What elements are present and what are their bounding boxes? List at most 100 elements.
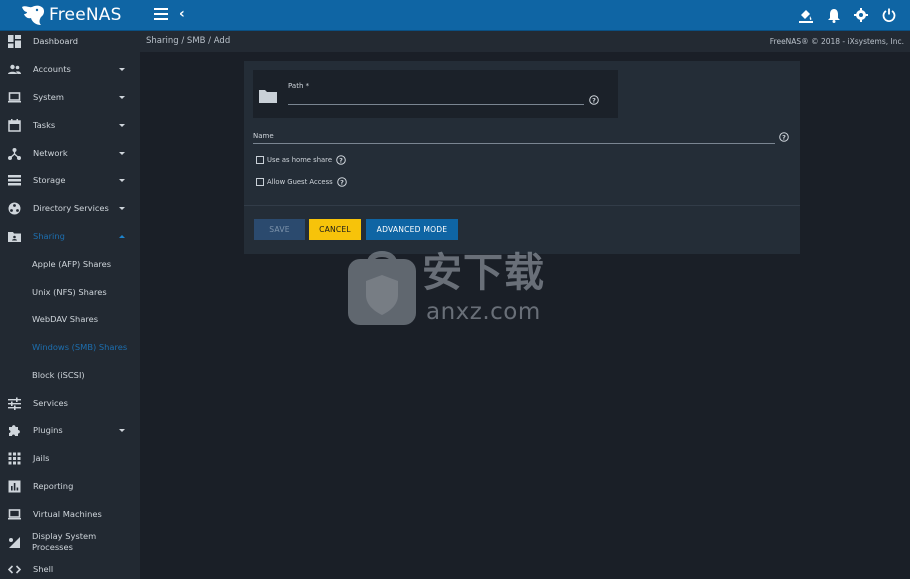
home-share-checkbox-row[interactable]: Use as home share ? [256,155,346,165]
sidebar-subitem-nfs[interactable]: Unix (NFS) Shares [0,280,140,304]
home-share-checkbox[interactable] [256,156,264,164]
breadcrumb-smb[interactable]: SMB [187,36,206,46]
guest-access-checkbox-row[interactable]: Allow Guest Access ? [256,177,347,187]
grid-icon [8,452,21,464]
chevron-down-icon [119,206,125,210]
sidebar-item-plugins[interactable]: Plugins [0,418,140,442]
sidebar-item-label: System [33,92,64,102]
sidebar-item-label: Apple (AFP) Shares [32,259,112,269]
sidebar-item-label: Tasks [33,120,56,130]
sidebar-item-dashboard[interactable]: Dashboard [0,29,140,53]
directory-icon [8,202,21,214]
sidebar-item-label: Sharing [33,231,65,241]
sidebar-item-label: Accounts [33,64,71,74]
sidebar-item-storage[interactable]: Storage [0,168,140,192]
smb-add-form: Path * ? Name ? Use as home share ? Allo… [244,61,800,254]
sidebar-item-label: Plugins [33,425,63,435]
sidebar-subitem-afp[interactable]: Apple (AFP) Shares [0,252,140,276]
sidebar-subitem-webdav[interactable]: WebDAV Shares [0,307,140,331]
chevron-down-icon [119,123,125,127]
sidebar-item-jails[interactable]: Jails [0,446,140,470]
sidebar-item-sharing[interactable]: Sharing [0,224,140,248]
path-label: Path * [288,82,310,90]
sidebar-item-label: Display System Processes [32,531,97,552]
sharing-folder-icon [8,231,21,242]
chart-icon [8,480,21,492]
chevron-down-icon [119,178,125,182]
sidebar-item-label: Shell [33,564,54,574]
chevron-down-icon [119,67,125,71]
sidebar-item-system[interactable]: System [0,85,140,109]
dashboard-icon [8,34,21,48]
chevron-up-icon [119,234,125,238]
logo-text: FreeNAS [49,5,122,25]
sidebar-item-tasks[interactable]: Tasks [0,113,140,137]
svg-text:?: ? [592,96,596,104]
watermark-text: 安下载 [422,250,545,296]
menu-icon[interactable] [154,8,168,22]
sidebar-item-label: Storage [33,175,66,185]
chevron-down-icon [119,428,125,432]
home-share-label: Use as home share [267,156,332,164]
calendar-icon [8,118,21,132]
theme-paint-icon[interactable] [798,7,814,23]
settings-gear-icon[interactable] [853,7,869,23]
laptop-icon [8,508,21,519]
sidebar-subitem-iscsi[interactable]: Block (iSCSI) [0,363,140,387]
laptop-icon [8,91,21,102]
sidebar-item-label: Jails [33,453,50,463]
sidebar-item-accounts[interactable]: Accounts [0,57,140,81]
breadcrumb-separator: / [205,36,214,46]
advanced-mode-button[interactable]: ADVANCED MODE [366,219,458,240]
sidebar-item-network[interactable]: Network [0,141,140,165]
sidebar-item-label: Windows (SMB) Shares [32,342,128,352]
sidebar-item-label: Virtual Machines [33,509,102,519]
guest-access-label: Allow Guest Access [267,178,333,186]
sidebar-item-services[interactable]: Services [0,391,140,415]
sidebar-item-reporting[interactable]: Reporting [0,474,140,498]
top-bar: FreeNAS ‹ [0,0,910,31]
chevron-left-icon[interactable]: ‹ [179,7,185,21]
save-button[interactable]: SAVE [254,219,305,240]
sidebar-item-shell[interactable]: Shell [0,557,140,579]
notifications-bell-icon[interactable] [826,7,842,23]
copyright-text: FreeNAS® © 2018 - iXsystems, Inc. [769,37,904,46]
sidebar-item-label: Services [33,398,68,408]
sidebar-item-label: WebDAV Shares [32,314,99,324]
sidebar-subitem-smb[interactable]: Windows (SMB) Shares [0,335,140,359]
path-field-group: Path * ? [253,70,618,118]
breadcrumb: Sharing / SMB / Add [146,36,230,46]
svg-text:?: ? [782,133,786,141]
storage-icon [8,174,21,185]
puzzle-icon [9,424,20,436]
name-input[interactable] [253,131,775,144]
help-icon[interactable]: ? [336,155,346,165]
processes-icon [9,536,20,548]
sidebar-item-label: Directory Services [33,203,109,213]
sidebar-item-label: Dashboard [33,36,79,46]
help-icon[interactable]: ? [779,132,789,142]
breadcrumb-add: Add [213,36,231,46]
power-icon[interactable] [881,7,897,23]
sidebar-item-virtual-machines[interactable]: Virtual Machines [0,502,140,526]
sidebar-item-label: Unix (NFS) Shares [32,287,107,297]
help-icon[interactable]: ? [589,95,599,105]
breadcrumb-sharing[interactable]: Sharing [146,36,179,46]
network-icon [8,147,21,160]
sidebar-item-display-system-processes[interactable]: Display System Processes [0,529,140,555]
shield-logo-icon [348,251,416,325]
cancel-button[interactable]: CANCEL [309,219,361,240]
code-icon [8,564,21,574]
folder-icon[interactable] [259,89,277,103]
breadcrumb-bar: Sharing / SMB / Add FreeNAS® © 2018 - iX… [140,31,910,52]
help-icon[interactable]: ? [336,177,347,187]
people-icon [8,64,21,74]
logo[interactable]: FreeNAS [20,3,122,27]
watermark: 安下载 anxz.com [346,247,566,329]
svg-text:?: ? [340,178,344,186]
sidebar-item-label: Reporting [33,481,74,491]
path-input[interactable] [288,92,584,105]
sliders-icon [8,397,21,410]
guest-access-checkbox[interactable] [256,178,264,186]
sidebar-item-directory-services[interactable]: Directory Services [0,196,140,220]
